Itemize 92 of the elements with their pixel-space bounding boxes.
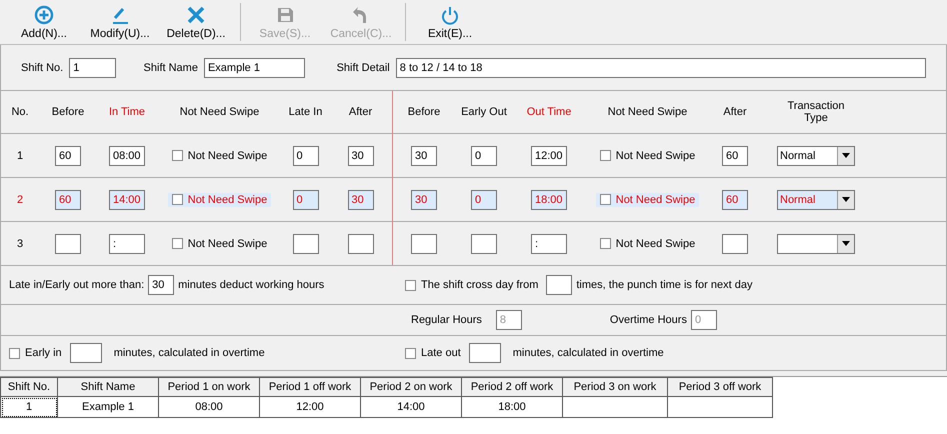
field-label: Shift No. (21, 62, 64, 74)
input-field[interactable]: 60 (722, 146, 748, 166)
field-label: Overtime Hours (610, 314, 687, 326)
column-header[interactable]: Period 1 on work (158, 378, 260, 396)
option-text: Late in/Early out more than: (9, 279, 144, 291)
input-field[interactable]: 60 (722, 190, 748, 210)
row-number: 1 (16, 150, 24, 162)
input-field[interactable]: 0 (471, 146, 497, 166)
checkbox[interactable]: Late out (401, 346, 465, 360)
column-header: Early Out (461, 106, 507, 118)
input-field[interactable]: 18:00 (531, 190, 567, 210)
option-text: minutes deduct working hours (178, 279, 324, 291)
input-field[interactable] (348, 234, 374, 254)
column-header: After (348, 106, 372, 118)
input-field[interactable]: 30 (148, 275, 174, 295)
column-header: Before (52, 106, 84, 118)
field-label: Shift Name (144, 62, 198, 74)
column-header: Before (408, 106, 440, 118)
input-field[interactable]: 1 (69, 58, 116, 78)
input-field[interactable] (471, 234, 497, 254)
option-text: minutes, calculated in overtime (512, 347, 664, 359)
table-cell: 1 (0, 396, 58, 418)
delete-icon (186, 4, 206, 24)
table-cell: 14:00 (360, 396, 462, 418)
column-header: After (723, 106, 747, 118)
dropdown-arrow-icon (842, 153, 850, 158)
column-header: Late In (288, 106, 322, 118)
exit-icon (440, 4, 460, 24)
input-field[interactable] (546, 275, 572, 295)
input-field[interactable]: Example 1 (204, 58, 306, 78)
column-header[interactable]: Period 3 on work (562, 378, 668, 396)
input-field[interactable]: 30 (348, 190, 374, 210)
table-cell: 18:00 (462, 396, 562, 418)
input-field[interactable] (722, 234, 748, 254)
input-field[interactable]: 12:00 (531, 146, 567, 166)
input-field[interactable]: 0 (292, 146, 318, 166)
column-header[interactable]: Shift No. (0, 378, 58, 396)
input-field[interactable] (55, 234, 81, 254)
checkbox[interactable]: Not Need Swipe (596, 192, 700, 206)
input-field[interactable]: 30 (411, 190, 437, 210)
input-field[interactable]: 0 (292, 190, 318, 210)
dropdown-arrow-icon (842, 197, 850, 202)
checkbox[interactable]: Not Need Swipe (168, 236, 272, 250)
row-number: 3 (16, 238, 24, 250)
modify-button[interactable]: Modify(U)... (82, 0, 158, 44)
input-field[interactable] (70, 343, 102, 363)
option-text: minutes, calculated in overtime (114, 347, 265, 359)
column-header[interactable]: Period 3 off work (668, 378, 772, 396)
checkbox[interactable]: The shift cross day from (401, 278, 542, 292)
add-icon (34, 4, 54, 24)
column-header: Not Need Swipe (608, 106, 688, 118)
checkbox[interactable]: Not Need Swipe (596, 148, 700, 162)
column-header[interactable]: Shift Name (58, 378, 158, 396)
option-text: times, the punch time is for next day (576, 279, 752, 291)
input-field[interactable]: 0 (471, 190, 497, 210)
field-label: Regular Hours (411, 314, 482, 326)
input-field[interactable]: 60 (55, 190, 81, 210)
input-field[interactable]: 30 (411, 146, 437, 166)
table-cell: 12:00 (260, 396, 360, 418)
row-number: 2 (16, 194, 24, 206)
transaction-type-dropdown[interactable]: Normal (777, 190, 855, 210)
input-field[interactable] (468, 343, 501, 363)
column-header[interactable]: Period 2 off work (462, 378, 562, 396)
column-header: Transaction Type (786, 100, 846, 124)
column-header: Out Time (526, 106, 572, 118)
column-header: In Time (108, 106, 146, 118)
dropdown-arrow-icon (842, 241, 850, 246)
checkbox[interactable]: Not Need Swipe (596, 236, 700, 250)
transaction-type-dropdown[interactable] (777, 234, 855, 254)
column-header: Not Need Swipe (180, 106, 260, 118)
input-field[interactable]: : (109, 234, 145, 254)
input-field[interactable] (411, 234, 437, 254)
delete-button[interactable]: Delete(D)... (158, 0, 234, 44)
table-cell: Example 1 (58, 396, 158, 418)
input-field[interactable]: : (531, 234, 567, 254)
input-field[interactable] (292, 234, 318, 254)
add-button[interactable]: Add(N)... (6, 0, 82, 44)
field-label: Shift Detail (336, 62, 390, 74)
checkbox[interactable]: Not Need Swipe (168, 192, 272, 206)
checkbox[interactable]: Not Need Swipe (168, 148, 272, 162)
input-field[interactable]: 30 (348, 146, 374, 166)
column-header[interactable]: Period 1 off work (260, 378, 360, 396)
column-header[interactable]: Period 2 on work (360, 378, 462, 396)
transaction-type-dropdown[interactable]: Normal (777, 146, 855, 166)
input-field[interactable]: 60 (55, 146, 81, 166)
input-field[interactable]: 14:00 (109, 190, 145, 210)
column-header: No. (11, 106, 29, 118)
exit-button[interactable]: Exit(E)... (412, 0, 488, 44)
input-field[interactable]: 08:00 (109, 146, 145, 166)
table-cell: 08:00 (158, 396, 260, 418)
checkbox[interactable]: Early in (5, 346, 66, 360)
input-field[interactable]: 8 to 12 / 14 to 18 (396, 58, 926, 78)
